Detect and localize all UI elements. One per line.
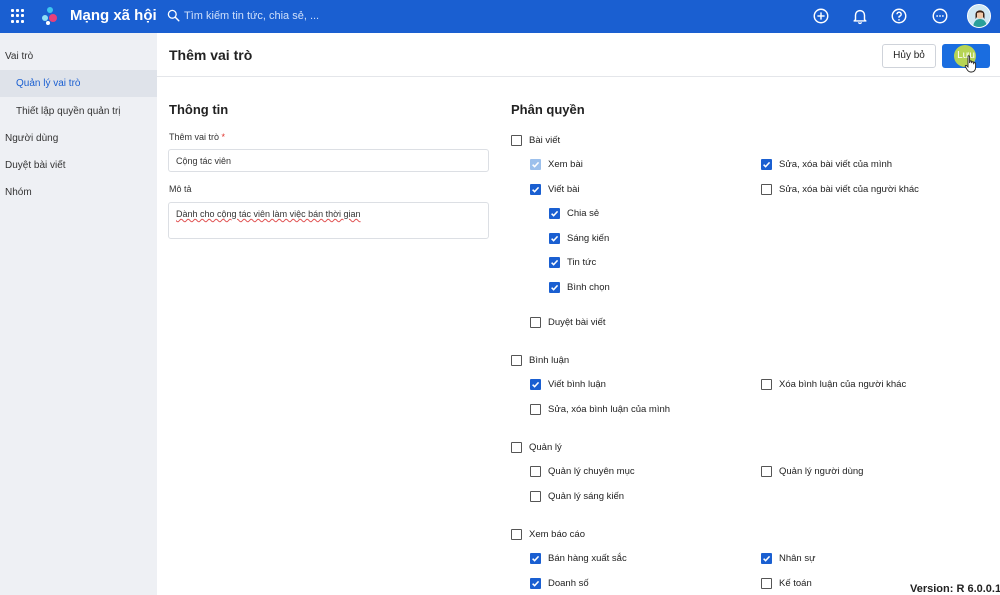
description-textarea[interactable]: Dành cho cộng tác viên làm việc bán thời… (168, 202, 489, 239)
brand-name[interactable]: Mạng xã hội (70, 7, 157, 24)
perm-edit-own-posts[interactable]: Sửa, xóa bài viết của mình (761, 157, 892, 171)
perm-manage-users[interactable]: Quản lý người dùng (761, 464, 863, 478)
checkbox[interactable] (511, 354, 522, 366)
checkbox[interactable] (530, 316, 541, 328)
version-label: Version: R 6.0.0.12 (910, 583, 1000, 595)
checkbox[interactable] (549, 207, 560, 219)
checkbox[interactable] (549, 256, 560, 268)
checkbox[interactable] (530, 552, 541, 564)
perm-news[interactable]: Tin tức (549, 255, 596, 269)
avatar[interactable] (967, 4, 991, 28)
checkbox[interactable] (511, 528, 522, 540)
description-label: Mô tả (169, 184, 192, 194)
checkbox[interactable] (530, 183, 541, 195)
sidebar-item-roles[interactable]: Vai trò (0, 43, 157, 70)
perm-view-posts[interactable]: Xem bài (530, 157, 583, 171)
checkbox[interactable] (761, 552, 772, 564)
sidebar-item-groups[interactable]: Nhóm (0, 179, 157, 206)
search-input[interactable]: Tìm kiếm tin tức, chia sẻ, ... (184, 10, 319, 22)
hand-cursor-icon (964, 55, 977, 73)
checkbox[interactable] (530, 577, 541, 589)
perm-accounting[interactable]: Kế toán (761, 576, 812, 590)
page-title: Thêm vai trò (169, 47, 253, 63)
role-name-input[interactable]: Cộng tác viên (168, 149, 489, 172)
perm-management[interactable]: Quản lý (511, 440, 562, 454)
perm-initiative[interactable]: Sáng kiến (549, 231, 609, 245)
perm-delete-others-comments[interactable]: Xóa bình luận của người khác (761, 377, 906, 391)
role-name-label: Thêm vai trò * (169, 132, 226, 142)
perm-poll[interactable]: Bình chọn (549, 280, 610, 294)
perm-manage-initiatives[interactable]: Quản lý sáng kiến (530, 489, 624, 503)
perm-edit-own-comments[interactable]: Sửa, xóa bình luận của mình (530, 402, 670, 416)
sidebar-item-post-approval[interactable]: Duyệt bài viết (0, 152, 157, 179)
checkbox[interactable] (530, 490, 541, 502)
perm-top-sales[interactable]: Bán hàng xuất sắc (530, 551, 627, 565)
more-icon[interactable] (931, 7, 949, 25)
perm-write-post[interactable]: Viết bài (530, 182, 580, 196)
perm-posts[interactable]: Bài viết (511, 133, 560, 147)
sidebar: Vai trò Quản lý vai trò Thiết lập quyền … (0, 33, 157, 595)
perm-view-reports[interactable]: Xem báo cáo (511, 527, 585, 541)
description-text: Dành cho cộng tác viên làm việc bán thời… (176, 209, 361, 219)
cancel-button[interactable]: Hủy bỏ (882, 44, 936, 68)
perm-write-comment[interactable]: Viết bình luận (530, 377, 606, 391)
checkbox[interactable] (761, 577, 772, 589)
checkbox[interactable] (761, 378, 772, 390)
checkbox[interactable] (530, 465, 541, 477)
checkbox[interactable] (761, 158, 772, 170)
perm-hr[interactable]: Nhân sự (761, 551, 815, 565)
checkbox[interactable] (761, 183, 772, 195)
perm-comments[interactable]: Bình luận (511, 353, 569, 367)
checkbox[interactable] (530, 378, 541, 390)
checkbox[interactable] (530, 403, 541, 415)
perm-approve-posts[interactable]: Duyệt bài viết (530, 315, 606, 329)
checkbox[interactable] (530, 158, 541, 170)
sidebar-item-manage-roles[interactable]: Quản lý vai trò (0, 70, 157, 97)
brand-logo[interactable] (40, 6, 60, 26)
perm-share[interactable]: Chia sẻ (549, 206, 599, 220)
sidebar-item-admin-permissions[interactable]: Thiết lập quyền quản trị (0, 98, 157, 125)
sidebar-item-users[interactable]: Người dùng (0, 125, 157, 152)
search-icon (167, 9, 180, 22)
top-bar: Mạng xã hội Tìm kiếm tin tức, chia sẻ, .… (0, 0, 1000, 33)
add-icon[interactable] (812, 7, 830, 25)
info-section-title: Thông tin (169, 102, 229, 117)
checkbox[interactable] (549, 281, 560, 293)
header-divider (157, 76, 1000, 77)
checkbox[interactable] (549, 232, 560, 244)
checkbox[interactable] (511, 441, 522, 453)
checkbox[interactable] (511, 134, 522, 146)
perm-manage-categories[interactable]: Quản lý chuyên mục (530, 464, 635, 478)
perm-revenue[interactable]: Doanh số (530, 576, 589, 590)
checkbox[interactable] (761, 465, 772, 477)
help-icon[interactable] (890, 7, 908, 25)
permissions-section-title: Phân quyền (511, 102, 585, 117)
perm-edit-others-posts[interactable]: Sửa, xóa bài viết của người khác (761, 182, 919, 196)
bell-icon[interactable] (851, 7, 869, 25)
apps-grid-icon[interactable] (11, 9, 25, 23)
